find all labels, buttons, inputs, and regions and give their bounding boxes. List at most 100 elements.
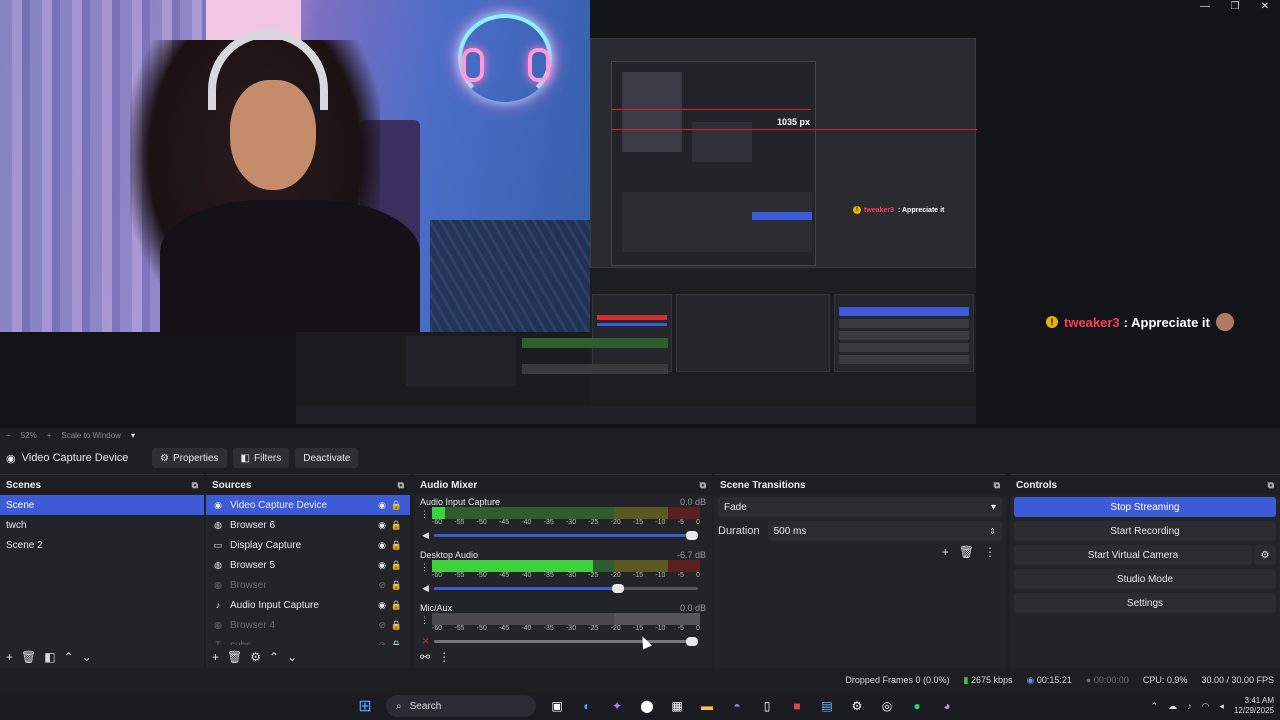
chevron-down-icon[interactable]: ⌄ (287, 650, 297, 664)
location-pin-icon[interactable]: ⬤ (636, 695, 658, 717)
deactivate-button[interactable]: Deactivate (295, 448, 359, 468)
menu-dots-icon[interactable]: ⋮ (984, 545, 996, 559)
source-item[interactable]: ♪ Audio Input Capture ◉ 🔒 (206, 595, 410, 615)
undock-icon[interactable]: ⧉ (398, 480, 404, 491)
undock-icon[interactable]: ⧉ (994, 480, 1000, 491)
store-icon[interactable]: ▦ (666, 695, 688, 717)
volume-slider-knob[interactable] (686, 531, 698, 540)
lock-icon[interactable]: 🔒 (391, 640, 402, 646)
eye-hidden-icon[interactable]: ⊘ (378, 620, 386, 631)
task-view-icon[interactable]: ▣ (546, 695, 568, 717)
stop-streaming-button[interactable]: Stop Streaming (1014, 497, 1276, 517)
scene-item[interactable]: twch (0, 515, 204, 535)
volume-slider-knob[interactable] (686, 637, 698, 646)
zoom-out-icon[interactable]: − (6, 431, 11, 440)
zoom-in-icon[interactable]: + (47, 431, 52, 440)
channel-menu-icon[interactable]: ⋮ (420, 615, 429, 626)
duration-input[interactable]: 500 ms ⇕ (767, 521, 1002, 541)
volume-slider-knob[interactable] (612, 584, 625, 593)
start-recording-button[interactable]: Start Recording (1014, 521, 1276, 541)
lock-icon[interactable]: 🔒 (391, 600, 402, 611)
spotify-icon[interactable]: ● (906, 695, 928, 717)
trash-icon[interactable]: 🗑 (21, 650, 36, 664)
chevron-up-icon[interactable]: ⌃ (1151, 701, 1159, 712)
eye-hidden-icon[interactable]: ⊘ (378, 580, 386, 591)
volume-slider[interactable] (434, 531, 698, 540)
preview-canvas[interactable]: 1035 px ! tweaker3 : Appreciate it ! twe… (0, 0, 1280, 428)
eye-icon[interactable]: ◉ (378, 600, 386, 611)
channel-menu-icon[interactable]: ⋮ (420, 509, 429, 520)
lock-icon[interactable]: 🔒 (391, 520, 402, 531)
chat-app-icon[interactable]: ◕ (936, 695, 958, 717)
edge-browser-icon[interactable]: ◐ (576, 695, 598, 717)
link-icon[interactable]: ⚯ (420, 650, 430, 664)
add-icon[interactable]: + (942, 545, 949, 559)
gear-icon[interactable]: ⚙ (250, 650, 261, 664)
undock-icon[interactable]: ⧉ (192, 480, 198, 491)
taskbar-search[interactable]: ⌕ Search (386, 695, 536, 717)
trash-icon[interactable]: 🗑 (227, 650, 242, 664)
scene-item[interactable]: Scene (0, 495, 204, 515)
transition-select[interactable]: Fade ▾ (718, 497, 1002, 517)
scale-dropdown-icon[interactable]: ▾ (131, 431, 135, 440)
cloud-icon[interactable]: ☁ (1168, 701, 1177, 712)
menu-dots-icon[interactable]: ⋮ (438, 650, 450, 664)
speaker-icon[interactable]: ◀ (422, 530, 429, 541)
discord-icon[interactable]: ◓ (726, 695, 748, 717)
source-item[interactable]: ◍ Browser 4 ⊘ 🔒 (206, 615, 410, 635)
filter-icon[interactable]: ◧ (44, 650, 55, 664)
eye-icon[interactable]: ◉ (378, 500, 386, 511)
spinner-icon[interactable]: ⇕ (989, 527, 996, 536)
document-icon[interactable]: ▯ (756, 695, 778, 717)
properties-button[interactable]: ⚙ Properties (152, 448, 227, 468)
photos-icon[interactable]: ▤ (816, 695, 838, 717)
eye-hidden-icon[interactable]: ⊘ (378, 640, 386, 646)
studio-mode-button[interactable]: Studio Mode (1014, 569, 1276, 589)
file-explorer-icon[interactable]: ▬ (696, 695, 718, 717)
eye-icon[interactable]: ◉ (378, 520, 386, 531)
source-item[interactable]: ◍ Browser 6 ◉ 🔒 (206, 515, 410, 535)
lock-icon[interactable]: 🔒 (391, 560, 402, 571)
volume-slider[interactable] (434, 584, 698, 593)
add-icon[interactable]: + (6, 650, 13, 664)
volume-slider[interactable] (434, 637, 698, 646)
chevron-up-icon[interactable]: ⌃ (64, 650, 74, 664)
adobe-icon[interactable]: ■ (786, 695, 808, 717)
settings-gear-icon[interactable]: ⚙ (846, 695, 868, 717)
close-button[interactable]: ✕ (1250, 0, 1280, 14)
settings-button[interactable]: Settings (1014, 593, 1276, 613)
scene-item[interactable]: Scene 2 (0, 535, 204, 555)
speaker-icon[interactable]: ◂ (1219, 701, 1224, 712)
scale-mode[interactable]: Scale to Window (61, 431, 121, 440)
chevron-down-icon[interactable]: ⌄ (82, 650, 92, 664)
windows-start-icon[interactable]: ⊞ (354, 695, 376, 717)
source-item[interactable]: ▭ Display Capture ◉ 🔒 (206, 535, 410, 555)
undock-icon[interactable]: ⧉ (1268, 480, 1274, 491)
start-virtual-camera-button[interactable]: Start Virtual Camera (1014, 545, 1252, 565)
eye-icon[interactable]: ◉ (378, 560, 386, 571)
maximize-button[interactable]: ❐ (1220, 0, 1250, 14)
wifi-icon[interactable]: ◠ (1202, 701, 1210, 712)
chevron-up-icon[interactable]: ⌃ (269, 650, 279, 664)
eye-icon[interactable]: ◉ (378, 540, 386, 551)
add-icon[interactable]: + (212, 650, 219, 664)
minimize-button[interactable]: — (1190, 0, 1220, 14)
trash-icon[interactable]: 🗑 (959, 545, 974, 559)
source-item[interactable]: ◍ Browser ⊘ 🔒 (206, 575, 410, 595)
undock-icon[interactable]: ⧉ (700, 480, 706, 491)
channel-menu-icon[interactable]: ⋮ (420, 562, 429, 573)
source-item[interactable]: ◉ Video Capture Device ◉ 🔒 (206, 495, 410, 515)
lock-icon[interactable]: 🔒 (391, 500, 402, 511)
lock-icon[interactable]: 🔒 (391, 620, 402, 631)
source-item[interactable]: ◍ Browser 5 ◉ 🔒 (206, 555, 410, 575)
microphone-icon[interactable]: ♪ (1187, 701, 1192, 711)
clock[interactable]: 3:41 AM 12/29/2025 (1234, 696, 1274, 716)
copilot-icon[interactable]: ✦ (606, 695, 628, 717)
source-item[interactable]: Tsubs ⊘ 🔒 (206, 635, 410, 646)
speaker-icon[interactable]: ◀ (422, 583, 429, 594)
obs-icon[interactable]: ◎ (876, 695, 898, 717)
lock-icon[interactable]: 🔒 (391, 540, 402, 551)
lock-icon[interactable]: 🔒 (391, 580, 402, 591)
virtual-camera-settings-gear-icon[interactable]: ⚙ (1254, 545, 1276, 565)
filters-button[interactable]: ◧ Filters (232, 448, 290, 468)
